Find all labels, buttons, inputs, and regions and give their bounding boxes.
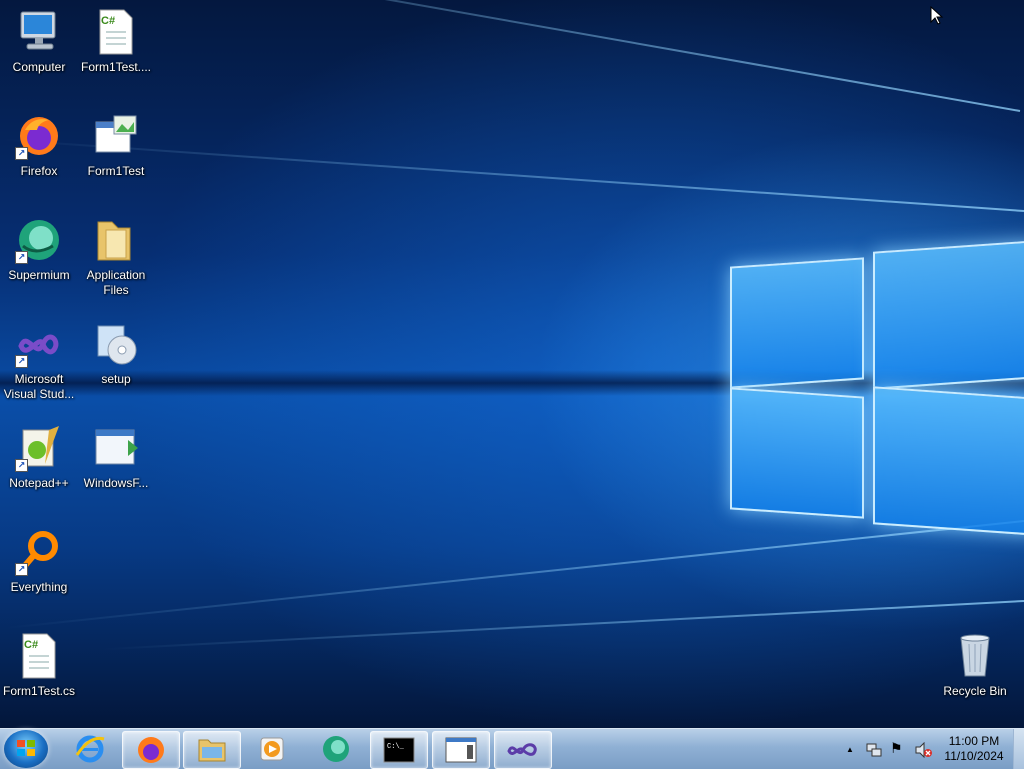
desktop-icon-supermium[interactable]: ↗ Supermium — [1, 216, 77, 283]
start-button[interactable] — [4, 730, 48, 768]
svg-text:C#: C# — [24, 639, 38, 651]
mouse-cursor-icon — [930, 5, 944, 31]
action-center-flag-icon[interactable]: ⚑ — [890, 740, 903, 757]
taskbar-visual-studio[interactable] — [494, 731, 552, 769]
icon-label: Firefox — [20, 164, 58, 178]
desktop-icon-application-files[interactable]: Application Files — [78, 216, 154, 298]
icon-label: Computer — [12, 60, 66, 74]
svg-text:C#: C# — [101, 15, 115, 27]
everything-search-icon: ↗ — [15, 528, 63, 576]
icon-label: Supermium — [8, 268, 70, 282]
desktop-icon-form1test-cs-short[interactable]: C# Form1Test.... — [78, 8, 154, 75]
desktop-icon-firefox[interactable]: ↗ Firefox — [1, 112, 77, 179]
supermium-icon: ↗ — [15, 216, 63, 264]
computer-icon — [15, 8, 63, 56]
desktop-icon-form1test[interactable]: Form1Test — [78, 112, 154, 179]
icon-label: Form1Test — [87, 164, 145, 178]
supermium-icon — [323, 736, 349, 762]
wallpaper-logo-pane — [873, 240, 1024, 390]
taskbar-command-prompt[interactable]: C:\_ — [370, 731, 428, 769]
system-clock[interactable]: 11:00 PM 11/10/2024 — [940, 734, 1008, 764]
shortcut-arrow-icon: ↗ — [15, 251, 28, 264]
visual-studio-icon: ↗ — [15, 320, 63, 368]
taskbar-internet-explorer[interactable] — [62, 731, 118, 767]
svg-text:C:\_: C:\_ — [387, 743, 405, 751]
wallpaper-beam — [5, 520, 1024, 630]
firefox-icon — [138, 737, 164, 763]
taskbar-supermium[interactable] — [308, 731, 364, 767]
wallpaper-beam — [2, 138, 1024, 212]
taskbar-file-explorer[interactable] — [183, 731, 241, 769]
show-hidden-icons[interactable]: ▲ — [846, 745, 854, 754]
window-app-icon — [445, 737, 477, 763]
desktop-icon-setup[interactable]: setup — [78, 320, 154, 387]
media-player-icon — [260, 737, 284, 761]
windows-app-icon — [92, 424, 140, 472]
taskbar: C:\_ ▲ ⚑ 11:00 PM 11/10/2024 — [0, 728, 1024, 769]
folder-icon — [92, 216, 140, 264]
icon-label: Microsoft Visual Stud... — [3, 372, 75, 401]
notepadpp-icon: ↗ — [15, 424, 63, 472]
start-orb-icon — [17, 740, 35, 756]
shortcut-arrow-icon: ↗ — [15, 563, 28, 576]
wallpaper-logo-pane — [873, 386, 1024, 536]
clock-date: 11/10/2024 — [944, 749, 1004, 763]
application-icon — [92, 112, 140, 160]
desktop-icon-computer[interactable]: Computer — [1, 8, 77, 75]
icon-label: Notepad++ — [9, 476, 69, 490]
shortcut-arrow-icon: ↗ — [15, 459, 28, 472]
wallpaper-beam — [101, 600, 1024, 651]
recycle-bin-icon — [951, 632, 999, 680]
setup-icon — [92, 320, 140, 368]
icon-label: setup — [101, 372, 131, 386]
shortcut-arrow-icon: ↗ — [15, 147, 28, 160]
icon-label: Recycle Bin — [943, 684, 1007, 698]
desktop-icon-everything[interactable]: ↗ Everything — [1, 528, 77, 595]
csharp-file-icon: C# — [15, 632, 63, 680]
desktop-icon-windowsf[interactable]: WindowsF... — [78, 424, 154, 491]
file-explorer-icon — [198, 739, 226, 762]
csharp-file-icon: C# — [92, 8, 140, 56]
wallpaper-beam — [35, 0, 1021, 112]
internet-explorer-icon — [75, 735, 105, 763]
clock-time: 11:00 PM — [948, 734, 1000, 748]
volume-muted-icon[interactable] — [914, 741, 932, 761]
desktop-icon-form1test-cs[interactable]: C# Form1Test.cs — [1, 632, 77, 699]
desktop-icon-visual-studio[interactable]: ↗ Microsoft Visual Stud... — [1, 320, 77, 402]
taskbar-media-player[interactable] — [244, 731, 300, 767]
visual-studio-icon — [507, 743, 537, 756]
firefox-icon: ↗ — [15, 112, 63, 160]
show-desktop-button[interactable] — [1013, 729, 1024, 769]
taskbar-firefox[interactable] — [122, 731, 180, 769]
desktop-icon-recycle-bin[interactable]: Recycle Bin — [937, 632, 1013, 699]
wallpaper-logo-pane — [730, 257, 864, 389]
desktop-icon-notepadpp[interactable]: ↗ Notepad++ — [1, 424, 77, 491]
icon-label: Form1Test.... — [80, 60, 151, 74]
command-prompt-icon: C:\_ — [383, 737, 415, 763]
desktop[interactable]: Computer ↗ Firefox ↗ Supermium ↗ Microso… — [0, 0, 1024, 728]
shortcut-arrow-icon: ↗ — [15, 355, 28, 368]
network-icon[interactable] — [866, 742, 882, 761]
taskbar-window-app[interactable] — [432, 731, 490, 769]
icon-label: WindowsF... — [83, 476, 149, 490]
icon-label: Application Files — [86, 268, 146, 297]
icon-label: Everything — [10, 580, 68, 594]
icon-label: Form1Test.cs — [2, 684, 75, 698]
wallpaper-logo-pane — [730, 387, 864, 519]
